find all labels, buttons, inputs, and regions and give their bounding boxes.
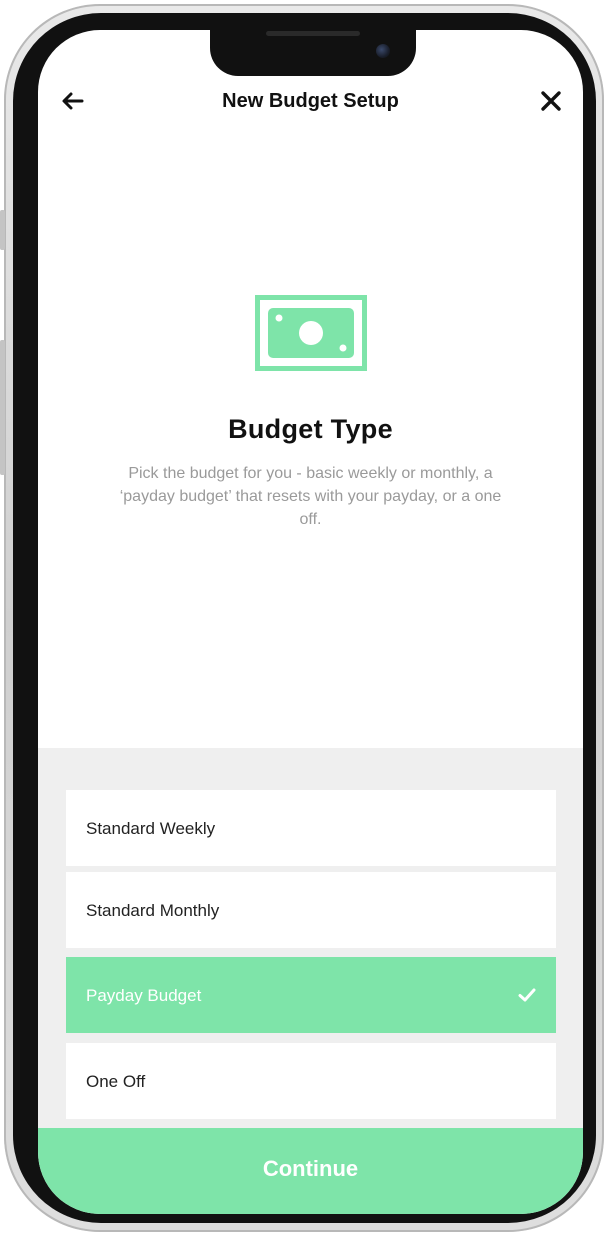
option-label: Standard Monthly xyxy=(86,901,220,920)
page-title: New Budget Setup xyxy=(222,90,399,112)
option-one-off[interactable]: One Off xyxy=(66,1043,556,1119)
side-button-volume xyxy=(0,340,5,475)
option-payday-budget[interactable]: Payday Budget xyxy=(66,957,556,1033)
option-label: Standard Weekly xyxy=(86,819,216,838)
device-mockup: New Budget Setup Budget Type Pick the bu… xyxy=(0,0,609,1237)
section-description: Pick the budget for you - basic weekly o… xyxy=(119,465,502,528)
option-label: One Off xyxy=(86,1072,146,1091)
checkmark-icon xyxy=(518,987,536,1003)
close-icon[interactable] xyxy=(538,88,564,114)
option-label: Payday Budget xyxy=(86,986,202,1005)
budget-type-options: Standard Weekly Standard Monthly Payday … xyxy=(38,748,583,1128)
speaker-grille xyxy=(266,31,360,36)
continue-button[interactable]: Continue xyxy=(38,1128,583,1214)
banknote-icon xyxy=(255,295,367,371)
section-heading: Budget Type xyxy=(228,414,393,444)
option-standard-monthly[interactable]: Standard Monthly xyxy=(66,872,556,948)
side-button-mute xyxy=(0,210,5,250)
app-screen: New Budget Setup Budget Type Pick the bu… xyxy=(38,30,583,1214)
front-camera xyxy=(376,44,390,58)
nav-bar: New Budget Setup xyxy=(38,80,583,124)
option-standard-weekly[interactable]: Standard Weekly xyxy=(66,790,556,866)
continue-label: Continue xyxy=(262,1156,359,1181)
